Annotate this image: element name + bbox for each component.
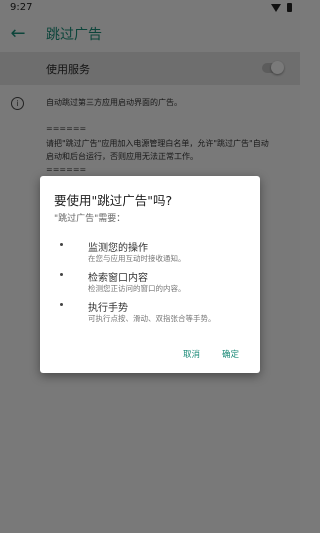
permission-dialog: 要使用"跳过广告"吗? "跳过广告"需要： 监测您的操作 在您与应用互动时接收通… [40,176,260,373]
permission-title: 检索窗口内容 [88,273,148,284]
dialog-title: 要使用"跳过广告"吗? [54,193,173,208]
bullet-icon [60,243,63,246]
confirm-button[interactable]: 确定 [222,348,239,360]
bullet-icon [60,303,63,306]
permission-desc: 可执行点按、滑动、双指张合等手势。 [88,314,216,323]
bullet-icon [60,273,63,276]
permission-title: 监测您的操作 [88,243,148,254]
permission-title: 执行手势 [88,303,128,314]
dialog-subtitle: "跳过广告"需要： [54,214,126,224]
permission-desc: 检测您正访问的窗口的内容。 [88,284,186,293]
cancel-button[interactable]: 取消 [183,348,200,360]
permission-desc: 在您与应用互动时接收通知。 [88,254,186,263]
